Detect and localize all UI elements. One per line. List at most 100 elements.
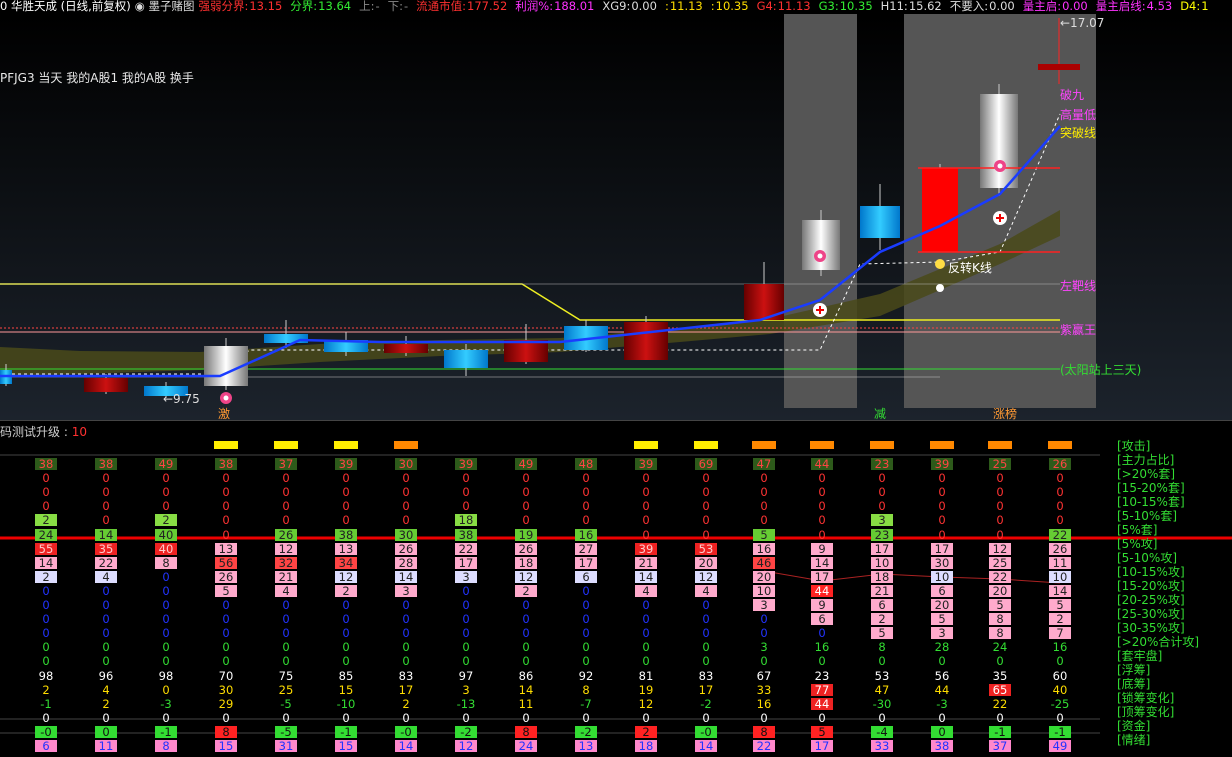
table-cell: 0 xyxy=(760,485,768,500)
table-cell: 16 xyxy=(814,640,830,655)
table-cell: 0 xyxy=(996,499,1004,514)
table-cell: 0 xyxy=(102,471,110,486)
table-cell: 2 xyxy=(871,613,893,626)
table-cell: 0 xyxy=(222,598,230,612)
table-cell: 0 xyxy=(342,485,350,500)
table-cell: 48 xyxy=(575,458,597,470)
header-item-label: G3: xyxy=(818,0,839,13)
table-cell: 13 xyxy=(335,542,357,555)
header-item-label: : xyxy=(710,0,715,13)
table-cell: 0 xyxy=(162,682,170,697)
table-cell: 20 xyxy=(695,556,717,569)
table-cell: 55 xyxy=(35,542,57,555)
table-cell: 0 xyxy=(702,626,710,641)
table-cell: 15 xyxy=(215,740,237,752)
table-cell: 5 xyxy=(989,599,1011,611)
table-cell: 19 xyxy=(638,682,654,697)
label-taiyang: (太阳站上三天) xyxy=(1060,363,1142,377)
header-item-label: H11: xyxy=(880,0,908,13)
table-cell: 8 xyxy=(989,613,1011,626)
table-cell: 0 xyxy=(342,499,350,514)
main-kline-chart[interactable]: PFJG3 当天 我的A股1 我的A股 换手 ←17.07 ←9.75 破九 高… xyxy=(0,14,1232,421)
label-pojiu: 破九 xyxy=(1060,88,1085,102)
table-cell: 0 xyxy=(996,471,1004,486)
table-cell: 39 xyxy=(335,458,357,470)
table-cell: 8 xyxy=(989,627,1011,640)
header-item: G4:11.13 xyxy=(757,0,815,13)
table-cell: 21 xyxy=(275,570,297,583)
table-cell: 0 xyxy=(102,654,110,669)
table-cell: 0 xyxy=(760,612,768,627)
table-cell: 6 xyxy=(575,570,597,583)
table-cell: 0 xyxy=(818,485,826,500)
table-cell: 35 xyxy=(992,668,1008,683)
table-cell: 0 xyxy=(878,471,886,486)
stock-title[interactable]: 0 华胜天成 (日线,前复权) xyxy=(0,0,131,13)
table-cell: 0 xyxy=(642,485,650,500)
table-cell: 0 xyxy=(642,499,650,514)
table-cell: 17 xyxy=(811,740,833,752)
table-cell: 0 xyxy=(402,513,410,528)
table-cell: 6 xyxy=(871,599,893,611)
candlestick xyxy=(922,168,958,252)
table-cell: 27 xyxy=(575,542,597,555)
table-cell: 44 xyxy=(811,584,833,597)
table-cell: 39 xyxy=(635,458,657,470)
table-cell: 26 xyxy=(275,528,297,541)
table-cell: 33 xyxy=(756,682,772,697)
table-cell: 75 xyxy=(278,668,294,683)
table-cell: -1 xyxy=(40,696,52,711)
table-cell: 8 xyxy=(155,740,177,752)
header-item-value: 0.00 xyxy=(1062,0,1088,13)
table-cell: 0 xyxy=(102,710,110,725)
red-bar xyxy=(1038,64,1080,70)
table-cell: -3 xyxy=(936,696,948,711)
indicator-name[interactable]: ◉ 墨子赌图 xyxy=(135,0,195,13)
table-cell: 0 xyxy=(760,654,768,669)
table-cell: 0 xyxy=(938,499,946,514)
table-cell: 0 xyxy=(162,569,170,584)
table-cell: 0 xyxy=(582,598,590,612)
flower-marker xyxy=(223,395,229,401)
table-cell: 0 xyxy=(642,626,650,641)
header-item-label: 量主启: xyxy=(1022,0,1062,13)
table-cell: 0 xyxy=(162,499,170,514)
table-cell: 0 xyxy=(342,654,350,669)
table-cell: 3 xyxy=(753,599,775,611)
sub-indicator-panel[interactable]: 码测试升级 : 10 38 38 49 38 37 39 30 39 49 48 39 69 47 44 2… xyxy=(0,420,1232,757)
table-cell: 14 xyxy=(95,528,117,541)
table-cell: 77 xyxy=(811,683,833,696)
table-cell: 53 xyxy=(695,542,717,555)
table-cell: 14 xyxy=(395,570,417,583)
table-cell: 0 xyxy=(102,485,110,500)
table-cell: 0 xyxy=(582,583,590,598)
table-cell: 85 xyxy=(338,668,354,683)
table-cell: 5 xyxy=(811,725,833,738)
table-cell: 28 xyxy=(934,640,950,655)
table-cell: 4 xyxy=(695,584,717,597)
table-cell: 83 xyxy=(698,668,714,683)
table-cell: 0 xyxy=(702,710,710,725)
table-cell: 7 xyxy=(1049,627,1071,640)
table-cell: 0 xyxy=(462,654,470,669)
table-cell: 0 xyxy=(42,471,50,486)
table-cell: 16 xyxy=(575,528,597,541)
indicator-list[interactable]: PFJG3 当天 我的A股1 我的A股 换手 xyxy=(0,69,194,86)
table-cell: 14 xyxy=(518,682,534,697)
row-label: [20-25%攻] xyxy=(1117,593,1185,607)
table-cell: 0 xyxy=(42,654,50,669)
table-cell: 0 xyxy=(402,471,410,486)
row-label: [浮筹] xyxy=(1117,663,1151,677)
table-cell: 14 xyxy=(395,740,417,752)
table-cell: 3 xyxy=(931,627,953,640)
table-cell: 17 xyxy=(455,556,477,569)
header-item: H11:15.62 xyxy=(881,0,946,13)
table-cell: 3 xyxy=(760,640,768,655)
row-label: [>20%套] xyxy=(1117,467,1176,481)
table-cell: 12 xyxy=(638,696,654,711)
signal-bar xyxy=(988,441,1012,449)
table-cell: 0 xyxy=(282,485,290,500)
flower-marker xyxy=(817,253,823,259)
table-cell: 20 xyxy=(989,584,1011,597)
table-cell: 0 xyxy=(582,499,590,514)
